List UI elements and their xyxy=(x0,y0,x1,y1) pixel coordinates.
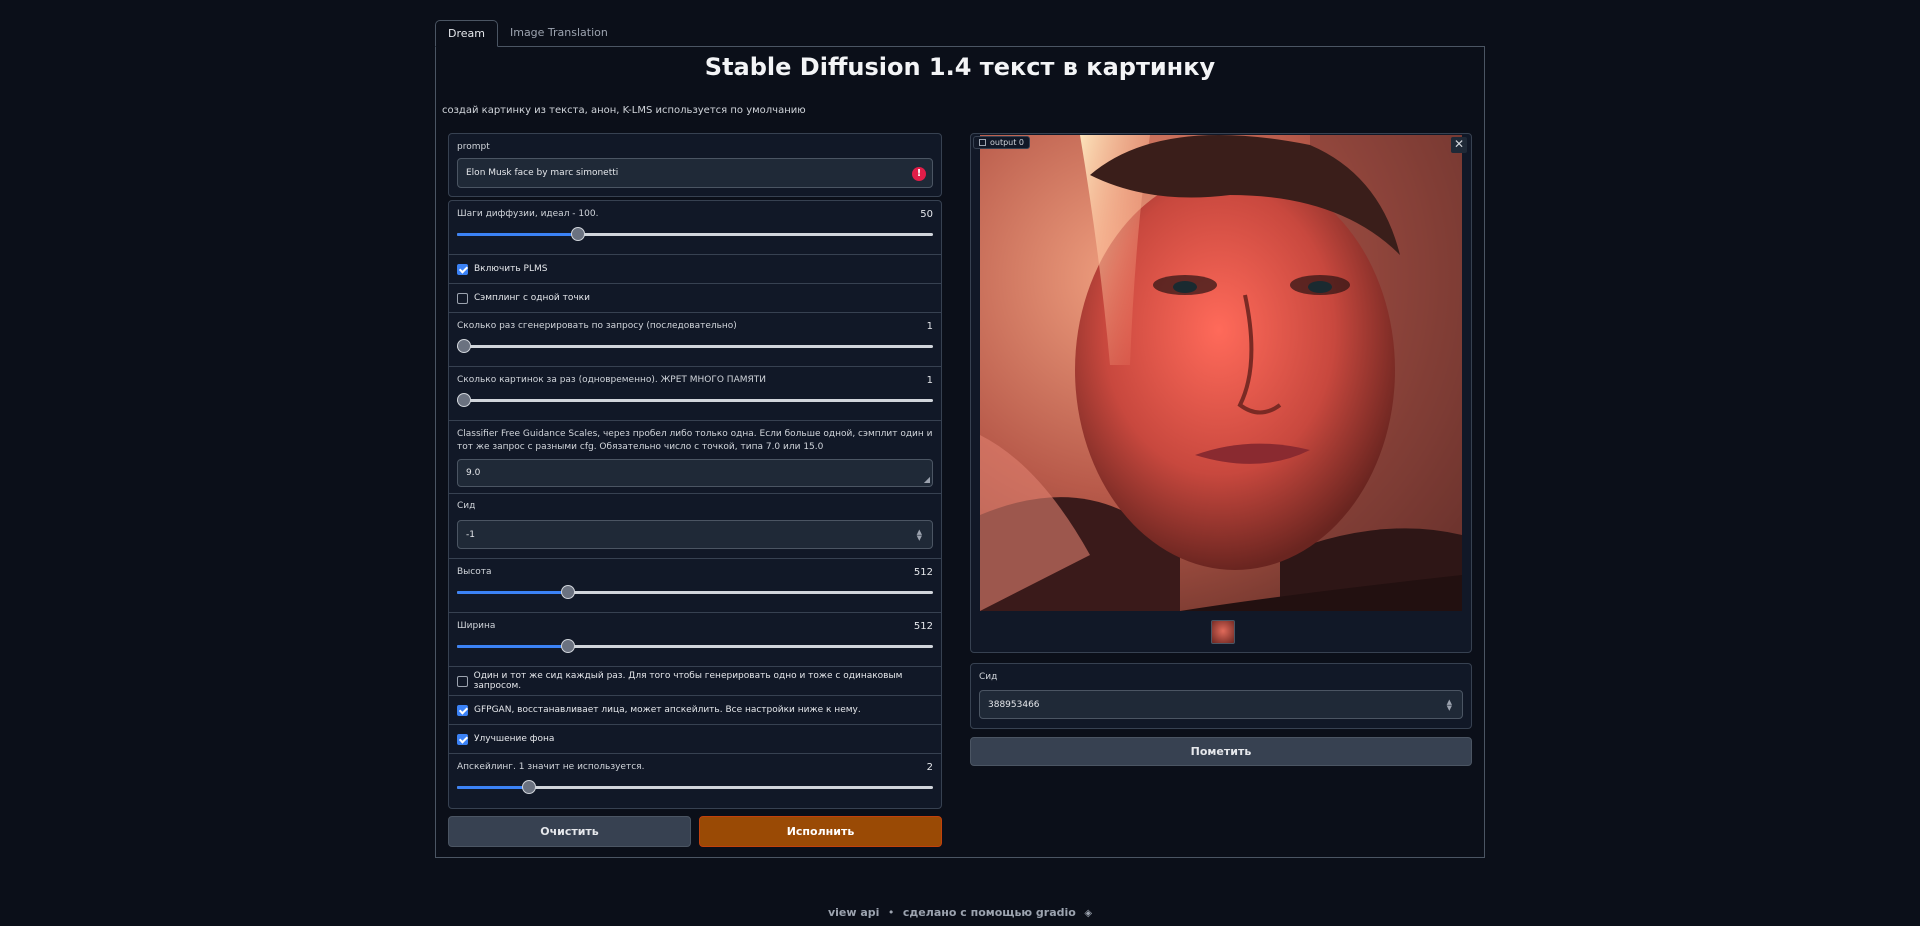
seed-input[interactable]: -1 ▲ ▼ xyxy=(457,520,933,549)
gfpgan-checkbox[interactable] xyxy=(457,704,468,716)
view-api-link[interactable]: view api xyxy=(828,906,879,919)
flag-button[interactable]: Пометить xyxy=(970,737,1472,766)
n-samples-label: Сколько картинок за раз (одновременно). … xyxy=(457,375,766,385)
page-description: создай картинку из текста, анон, K-LMS и… xyxy=(442,105,806,116)
fixed-code-label: Сэмплинг с одной точки xyxy=(474,293,590,303)
prompt-value: Elon Musk face by marc simonetti xyxy=(466,168,619,178)
footer-separator: • xyxy=(887,906,895,919)
upscale-slider-handle[interactable] xyxy=(522,780,537,794)
steps-slider-fill xyxy=(457,233,579,236)
output-seed-block: Сид 388953466 ▲ ▼ xyxy=(970,663,1472,729)
n-samples-value: 1 xyxy=(926,375,933,386)
output-column: output 0 ✕ Сид 388953466 ▲ ▼ Пометить xyxy=(970,133,1472,766)
height-row: Высота 512 xyxy=(449,559,941,613)
cfg-input[interactable]: 9.0 ◢ xyxy=(457,459,933,487)
dream-panel: Stable Diffusion 1.4 текст в картинку со… xyxy=(435,46,1485,858)
run-button[interactable]: Исполнить xyxy=(699,816,942,847)
steps-slider[interactable] xyxy=(457,227,933,241)
tab-dream[interactable]: Dream xyxy=(435,20,498,47)
output-seed-value: 388953466 xyxy=(988,699,1040,710)
plms-label: Включить PLMS xyxy=(474,264,548,274)
n-samples-slider[interactable] xyxy=(457,393,933,407)
same-seed-checkbox[interactable] xyxy=(457,675,468,687)
upscale-slider-fill xyxy=(457,786,530,789)
n-iter-slider[interactable] xyxy=(457,339,933,353)
output-seed-stepper-icon[interactable]: ▲ ▼ xyxy=(1447,698,1452,711)
number-stepper-icon[interactable]: ▲ ▼ xyxy=(917,528,922,541)
upscale-label: Апскейлинг. 1 значит не используется. xyxy=(457,762,645,772)
error-icon: ! xyxy=(912,167,926,181)
output-seed-input[interactable]: 388953466 ▲ ▼ xyxy=(979,690,1463,719)
cfg-value: 9.0 xyxy=(466,468,481,478)
gallery-thumbnail[interactable] xyxy=(1211,620,1235,644)
generated-image[interactable] xyxy=(980,135,1462,611)
upscale-value: 2 xyxy=(926,762,933,773)
fixed-code-row[interactable]: Сэмплинг с одной точки xyxy=(449,284,941,313)
output-gallery: output 0 ✕ xyxy=(970,133,1472,653)
gfpgan-label: GFPGAN, восстанавливает лица, может апск… xyxy=(474,705,861,715)
tab-bar: Dream Image Translation xyxy=(435,20,1485,47)
plms-checkbox[interactable] xyxy=(457,263,468,275)
bg-enhance-row[interactable]: Улучшение фона xyxy=(449,725,941,754)
settings-group: Шаги диффузии, идеал - 100. 50 Включить … xyxy=(448,200,942,809)
width-row: Ширина 512 xyxy=(449,613,941,667)
prompt-block: prompt Elon Musk face by marc simonetti … xyxy=(448,133,942,197)
action-buttons: Очистить Исполнить xyxy=(448,816,942,847)
width-slider[interactable] xyxy=(457,639,933,653)
n-samples-slider-handle[interactable] xyxy=(457,393,471,407)
n-iter-row: Сколько раз сгенерировать по запросу (по… xyxy=(449,313,941,367)
width-value: 512 xyxy=(913,621,933,632)
height-slider-handle[interactable] xyxy=(560,585,575,599)
steps-value: 50 xyxy=(920,209,933,220)
page-title: Stable Diffusion 1.4 текст в картинку xyxy=(704,53,1216,81)
bg-enhance-label: Улучшение фона xyxy=(474,734,555,744)
plms-row[interactable]: Включить PLMS xyxy=(449,255,941,284)
width-label: Ширина xyxy=(457,621,496,631)
upscale-slider[interactable] xyxy=(457,780,933,794)
cfg-row: Classifier Free Guidance Scales, через п… xyxy=(449,421,941,494)
height-slider[interactable] xyxy=(457,585,933,599)
output-label-badge: output 0 xyxy=(973,136,1031,149)
gradio-logo-icon: ◈ xyxy=(1084,908,1093,919)
width-slider-fill xyxy=(457,645,568,648)
n-iter-label: Сколько раз сгенерировать по запросу (по… xyxy=(457,321,737,331)
steps-label: Шаги диффузии, идеал - 100. xyxy=(457,209,599,219)
close-icon[interactable]: ✕ xyxy=(1451,137,1467,153)
bg-enhance-checkbox[interactable] xyxy=(457,733,468,745)
steps-row: Шаги диффузии, идеал - 100. 50 xyxy=(449,201,941,255)
prompt-input[interactable]: Elon Musk face by marc simonetti ! xyxy=(457,158,933,188)
resize-handle-icon: ◢ xyxy=(923,475,930,484)
clear-button[interactable]: Очистить xyxy=(448,816,691,847)
height-value: 512 xyxy=(913,567,933,578)
fixed-code-checkbox[interactable] xyxy=(457,292,468,304)
same-seed-label: Один и тот же сид каждый раз. Для того ч… xyxy=(473,671,903,691)
output-label: output 0 xyxy=(990,138,1025,147)
seed-row: Сид -1 ▲ ▼ xyxy=(449,494,941,559)
cfg-label: Classifier Free Guidance Scales, через п… xyxy=(457,429,933,452)
n-iter-slider-handle[interactable] xyxy=(457,339,471,353)
height-label: Высота xyxy=(457,567,492,577)
seed-label: Сид xyxy=(457,501,476,511)
gfpgan-row[interactable]: GFPGAN, восстанавливает лица, может апск… xyxy=(449,696,941,725)
output-seed-label: Сид xyxy=(979,672,998,682)
input-column: prompt Elon Musk face by marc simonetti … xyxy=(448,133,942,847)
same-seed-row[interactable]: Один и тот же сид каждый раз. Для того ч… xyxy=(449,667,941,696)
image-icon xyxy=(979,139,986,146)
upscale-row: Апскейлинг. 1 значит не используется. 2 xyxy=(449,754,941,808)
n-samples-row: Сколько картинок за раз (одновременно). … xyxy=(449,367,941,421)
height-slider-fill xyxy=(457,591,568,594)
n-iter-value: 1 xyxy=(926,321,933,332)
footer: view api • сделано с помощью gradio ◈ xyxy=(0,906,1920,919)
seed-value: -1 xyxy=(466,529,475,540)
tab-image-translation[interactable]: Image Translation xyxy=(498,20,620,47)
width-slider-handle[interactable] xyxy=(560,639,575,653)
steps-slider-handle[interactable] xyxy=(571,227,586,241)
gradio-link[interactable]: сделано с помощью gradio xyxy=(903,906,1076,919)
prompt-label: prompt xyxy=(457,142,490,152)
